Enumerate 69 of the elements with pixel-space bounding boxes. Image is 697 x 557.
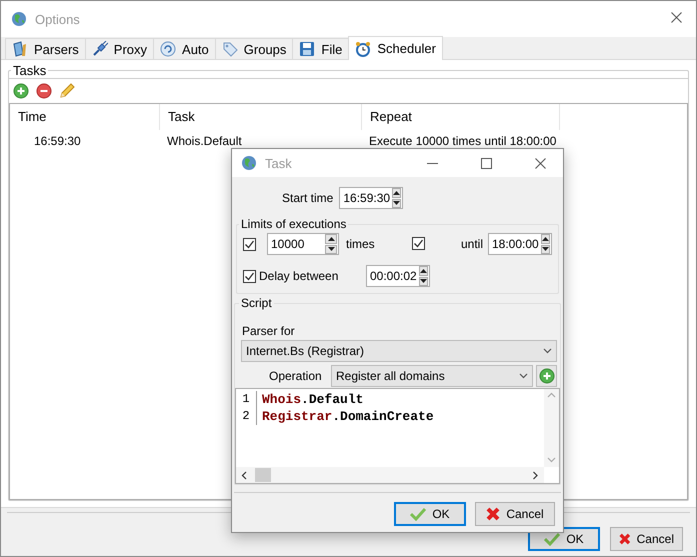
code-line: Whois.Default [262, 391, 364, 408]
group-title: Tasks [12, 63, 48, 78]
minimize-icon[interactable] [426, 162, 438, 164]
checkbox[interactable] [412, 236, 425, 250]
line-number: 1 [236, 391, 257, 408]
cancel-button[interactable]: Cancel [610, 527, 683, 551]
field-label: Parser for [242, 324, 296, 338]
refresh-icon [160, 41, 176, 57]
time-field[interactable]: 16:59:30 [339, 187, 404, 209]
spin-buttons[interactable] [325, 234, 337, 254]
chevron-down-icon[interactable] [543, 346, 552, 356]
checkbox-label[interactable]: Delay between [259, 269, 366, 283]
window-title: Options [35, 12, 81, 26]
checkmark-icon [410, 507, 426, 521]
spin-buttons[interactable] [418, 266, 428, 286]
cancel-button[interactable]: Cancel [475, 502, 555, 526]
alarm-clock-icon [355, 40, 372, 56]
close-icon[interactable] [670, 12, 682, 23]
cross-icon [486, 507, 500, 521]
tab[interactable]: Auto [153, 38, 216, 59]
column-header[interactable]: Repeat [362, 104, 560, 130]
pencil-icon[interactable] [59, 83, 75, 99]
tag-icon [222, 41, 238, 57]
dialog-title: Task [265, 156, 293, 170]
field-label: Start time [282, 191, 334, 205]
cross-icon [619, 532, 631, 546]
tab[interactable]: Scheduler [348, 36, 443, 60]
spin-buttons[interactable] [540, 234, 550, 254]
table-cell: Whois.Default [167, 134, 242, 148]
document-icon [12, 41, 28, 57]
code-editor[interactable]: 1 Whois.Default 2 Registrar.DomainCreate [235, 388, 560, 484]
scroll-right-icon[interactable] [531, 470, 540, 480]
tab[interactable]: Groups [214, 38, 294, 59]
scroll-left-icon[interactable] [240, 470, 249, 480]
field-label: times [346, 237, 375, 251]
scroll-thumb[interactable] [255, 468, 271, 482]
add-icon[interactable] [13, 83, 29, 99]
table-cell: 16:59:30 [34, 134, 81, 148]
operation-dropdown[interactable]: Register all domains [331, 365, 533, 387]
close-icon[interactable] [534, 158, 546, 168]
plug-icon [92, 41, 108, 57]
ok-button[interactable]: OK [394, 502, 466, 526]
field-label: until [460, 237, 483, 251]
count-field[interactable]: 10000 [267, 233, 339, 255]
spin-buttons[interactable] [392, 188, 402, 208]
remove-icon[interactable] [36, 83, 52, 99]
line-number: 2 [236, 408, 257, 425]
field-label: Operation [269, 369, 323, 383]
parser-dropdown[interactable]: Internet.Bs (Registrar) [241, 340, 557, 362]
tab[interactable]: Parsers [5, 38, 86, 59]
column-header[interactable]: Time [10, 104, 160, 130]
tab[interactable]: File [292, 38, 350, 59]
column-header[interactable]: Task [160, 104, 362, 130]
globe-icon [11, 11, 27, 27]
code-line: Registrar.DomainCreate [262, 408, 434, 425]
globe-icon [241, 155, 257, 171]
horizontal-scrollbar[interactable] [236, 467, 544, 483]
table-cell: Execute 10000 times until 18:00:00 [369, 134, 556, 148]
time-field[interactable]: 00:00:02 [366, 265, 430, 287]
group-title: Limits of executions [240, 217, 348, 231]
maximize-icon[interactable] [480, 158, 492, 168]
checkmark-icon [544, 532, 560, 546]
checkbox[interactable] [243, 238, 256, 250]
add-operation-icon[interactable] [538, 368, 554, 384]
checkbox[interactable] [243, 270, 256, 282]
group-title: Script [240, 296, 273, 310]
tab[interactable]: Proxy [84, 38, 154, 59]
chevron-down-icon[interactable] [519, 372, 528, 380]
time-field[interactable]: 18:00:00 [488, 233, 552, 255]
